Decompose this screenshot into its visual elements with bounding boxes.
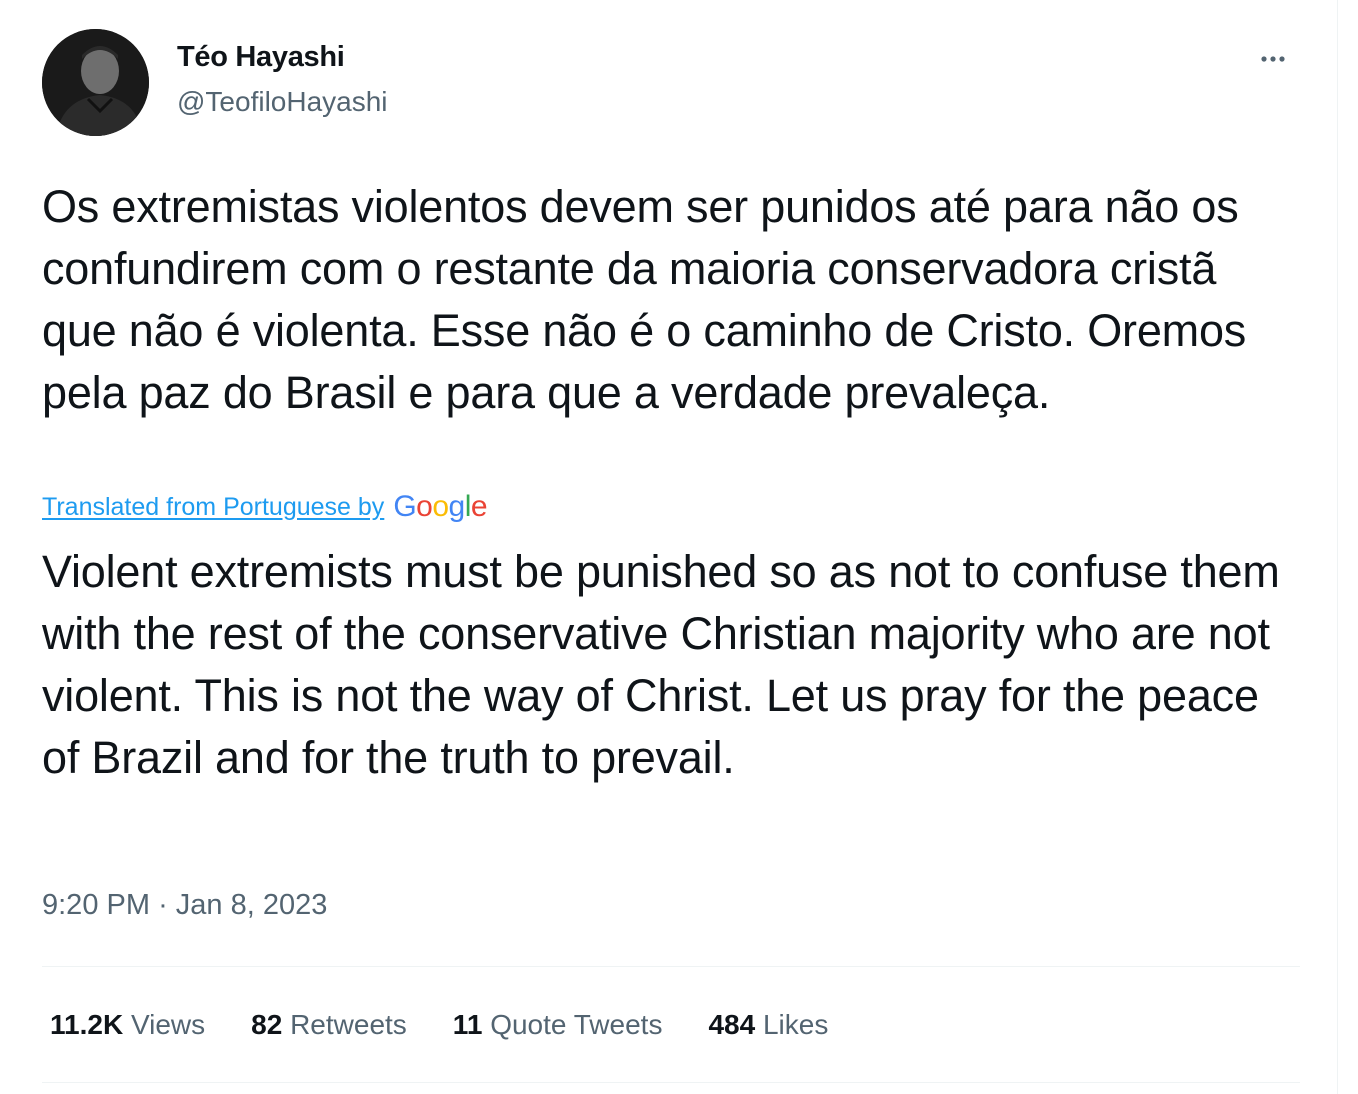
more-options-button[interactable] [1252,38,1294,80]
likes-stat[interactable]: 484 Likes [708,1009,828,1041]
divider [42,1082,1300,1083]
more-horizontal-icon [1261,56,1285,62]
author-name[interactable]: Téo Hayashi [177,41,345,74]
retweets-label: Retweets [290,1009,407,1040]
views-label: Views [130,1009,206,1040]
avatar[interactable] [42,29,149,136]
tweet-text-translated: Violent extremists must be punished so a… [42,546,1280,783]
author-handle[interactable]: @TeofiloHayashi [177,86,388,118]
views-count: 11.2K [50,1009,124,1040]
profile-photo-icon [42,29,149,136]
google-logo: Google [393,490,488,523]
translation-attribution[interactable]: Translated from Portuguese by Google [42,490,488,524]
views-stat[interactable]: 11.2K Views [50,1009,205,1041]
translation-link[interactable]: Translated from Portuguese by [42,493,384,522]
divider [42,966,1300,967]
timestamp: 9:20 PM · Jan 8, 2023 [42,889,327,922]
quote-tweets-label: Quote Tweets [490,1009,663,1040]
likes-label: Likes [762,1009,829,1040]
tweet-time-link[interactable]: 9:20 PM [42,889,150,921]
timestamp-separator: · [158,889,176,921]
quote-tweets-stat[interactable]: 11 Quote Tweets [453,1009,663,1041]
tweet-date-link[interactable]: Jan 8, 2023 [176,889,328,921]
tweet-text-original: Os extremistas violentos devem ser punid… [42,181,1247,418]
likes-count: 484 [708,1009,756,1040]
engagement-stats: 11.2K Views 82 Retweets 11 Quote Tweets … [50,1009,874,1041]
tweet-card: Téo Hayashi @TeofiloHayashi Os extremist… [0,0,1338,1094]
retweets-count: 82 [251,1009,283,1040]
retweets-stat[interactable]: 82 Retweets [251,1009,407,1041]
quote-tweets-count: 11 [452,1009,483,1040]
